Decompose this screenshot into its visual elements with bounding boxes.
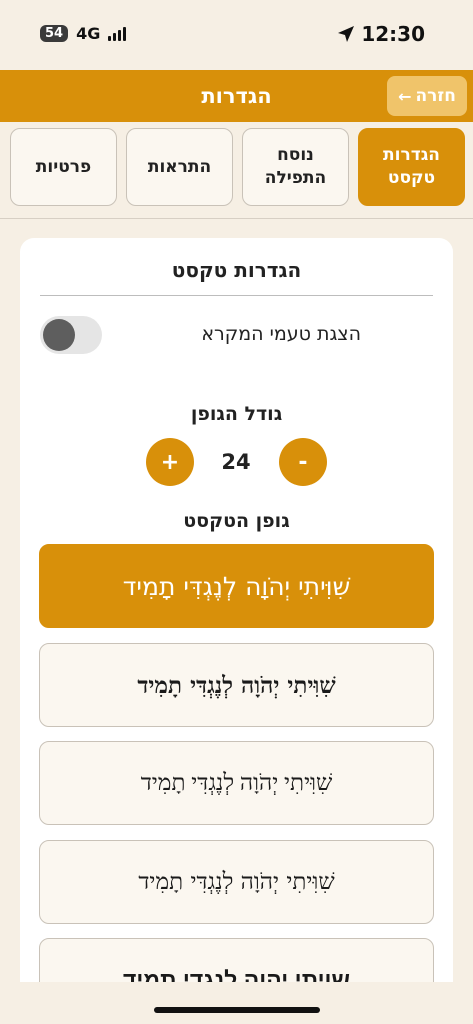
- clock: 12:30: [361, 22, 425, 46]
- section-title: הגדרות טקסט: [171, 258, 302, 282]
- tab-notifications[interactable]: התראות: [126, 128, 233, 206]
- location-arrow-icon: [338, 26, 355, 42]
- tab-text-settings[interactable]: הגדרות טקסט: [358, 128, 465, 206]
- arrow-left-icon: ←: [398, 86, 412, 106]
- settings-tabs: הגדרות טקסט נוסח התפילה התראות פרטיות: [8, 128, 465, 212]
- app-header: הגדרות חזרה ←: [0, 70, 473, 122]
- font-size-value: 24: [221, 450, 251, 474]
- cantillation-label: הצגת טעמי המקרא: [201, 323, 361, 345]
- status-bar: 54 4G 12:30: [0, 0, 473, 70]
- font-family-label: גופן הטקסט: [183, 510, 290, 532]
- status-left: 54 4G: [40, 24, 127, 43]
- battery-indicator: 54: [40, 25, 69, 42]
- bottom-area: [0, 982, 473, 1024]
- tab-privacy[interactable]: פרטיות: [10, 128, 117, 206]
- increase-font-button[interactable]: +: [146, 438, 194, 486]
- settings-screen: 54 4G 12:30 הגדרות חזרה ← הגדרות טקסט נו…: [0, 0, 473, 1024]
- font-size-stepper: + 24 -: [20, 438, 453, 488]
- text-settings-card: הגדרות טקסט הצגת טעמי המקרא גודל הגופן +…: [20, 238, 453, 1022]
- font-option-1[interactable]: שִׁוִּיתִי יְהֹוָה לְנֶגְדִּי תָמִיד: [39, 544, 434, 628]
- section-divider: [40, 295, 433, 296]
- font-option-4[interactable]: שִׁוִּיתִי יְהֹוָה לְנֶגְדִּי תָמִיד: [39, 840, 434, 924]
- font-size-label: גודל הגופן: [190, 403, 283, 425]
- cantillation-toggle[interactable]: [40, 316, 102, 354]
- home-indicator[interactable]: [154, 1007, 320, 1013]
- cantillation-row: הצגת טעמי המקרא: [40, 313, 433, 357]
- toggle-knob: [43, 319, 75, 351]
- status-right: 12:30: [337, 22, 425, 46]
- back-label: חזרה: [415, 86, 456, 106]
- signal-bars-icon: [108, 26, 127, 41]
- network-label: 4G: [76, 24, 101, 43]
- tab-prayer-version[interactable]: נוסח התפילה: [242, 128, 349, 206]
- back-button[interactable]: חזרה ←: [387, 76, 467, 116]
- font-option-3[interactable]: שִׁוִּיתִי יְהֹוָה לְנֶגְדִּי תָמִיד: [39, 741, 434, 825]
- decrease-font-button[interactable]: -: [279, 438, 327, 486]
- tabs-divider: [0, 218, 473, 219]
- font-option-2[interactable]: שִׁוִּיתִי יְהֹוָה לְנֶגְדִּי תָמִיד: [39, 643, 434, 727]
